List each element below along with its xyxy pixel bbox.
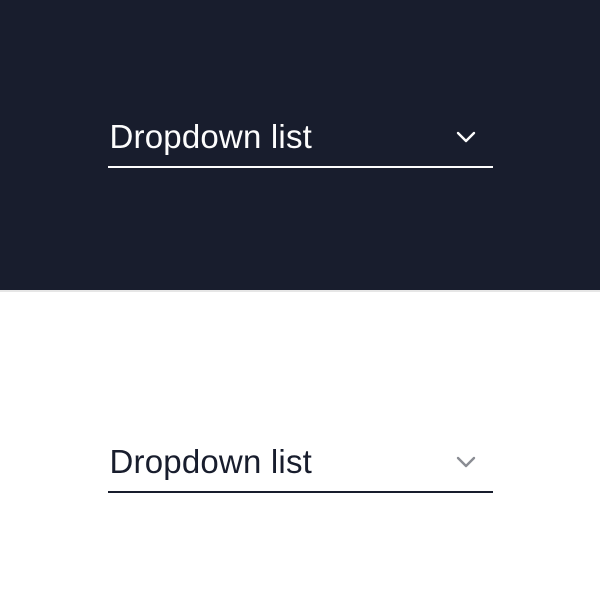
light-theme-panel: Dropdown list [0, 290, 600, 600]
dropdown-label: Dropdown list [110, 443, 313, 481]
dropdown-label: Dropdown list [110, 118, 313, 156]
chevron-down-icon [455, 451, 477, 473]
chevron-down-icon [455, 126, 477, 148]
dark-theme-panel: Dropdown list [0, 0, 600, 290]
dropdown-light[interactable]: Dropdown list [108, 437, 493, 493]
dropdown-dark[interactable]: Dropdown list [108, 112, 493, 168]
